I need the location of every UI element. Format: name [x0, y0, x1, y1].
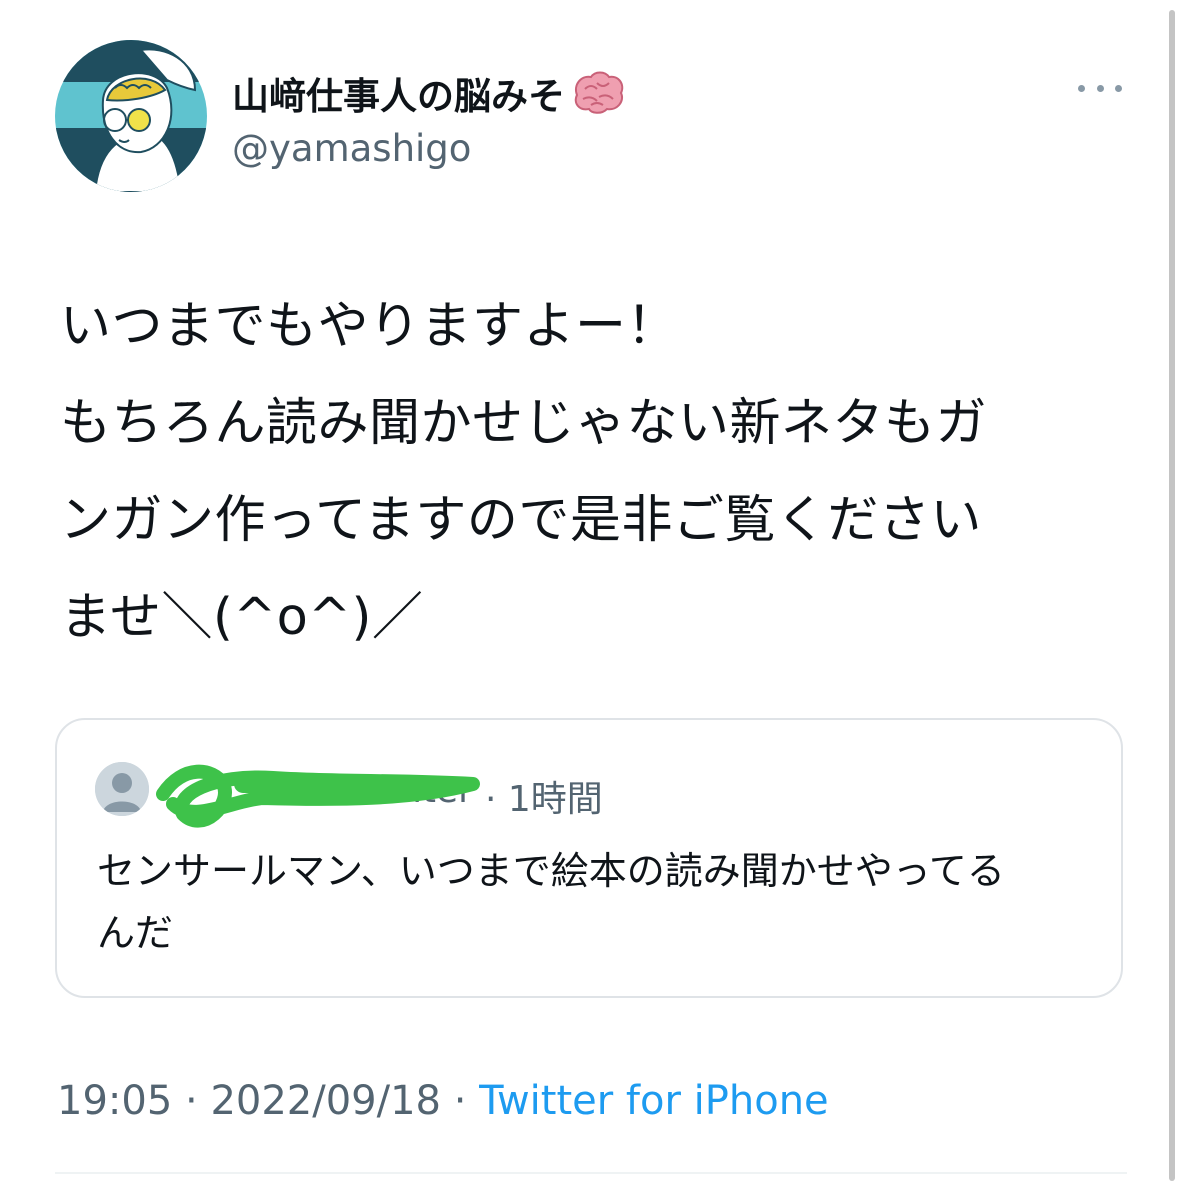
more-options-icon[interactable]: [1078, 78, 1122, 98]
tweet-source-link[interactable]: Twitter for iPhone: [479, 1078, 829, 1124]
quoted-time[interactable]: · 1時間: [485, 770, 603, 822]
quoted-tweet-body: センサールマン、いつまで絵本の読み聞かせやってる んだ: [97, 840, 1097, 964]
tweet-body: いつまでもやりますよー！ もちろん読み聞かせじゃない新ネタもガ ンガン作ってます…: [60, 278, 1150, 666]
tweet-line: ンガン作ってますので是非ご覧ください: [60, 491, 982, 550]
author-display-name[interactable]: 山﨑仕事人の脳みそ: [232, 66, 625, 120]
brain-icon: [571, 71, 625, 115]
author-avatar[interactable]: [55, 40, 207, 192]
scrollbar[interactable]: [1169, 10, 1175, 1181]
tweet-time[interactable]: 19:05: [57, 1078, 172, 1124]
more-dot: [1096, 84, 1104, 92]
meta-separator: ·: [172, 1078, 211, 1124]
display-name-text: 山﨑仕事人の脳みそ: [232, 75, 565, 118]
tweet-line: いつまでもやりますよー！: [60, 297, 679, 356]
divider: [55, 1172, 1127, 1174]
meta-separator: ·: [440, 1078, 480, 1124]
tweet-detail-view: 山﨑仕事人の脳みそ @yamashigo いつまでもやりますよー！ もちろん読み…: [0, 0, 1181, 1181]
redaction-scribble: [156, 764, 480, 828]
default-avatar-icon[interactable]: [95, 762, 149, 816]
quoted-line: センサールマン、いつまで絵本の読み聞かせやってる: [97, 849, 1005, 893]
quoted-line: んだ: [97, 911, 174, 955]
quoted-tweet-card[interactable]: inter · 1時間 センサールマン、いつまで絵本の読み聞かせやってる んだ: [55, 718, 1123, 998]
author-handle[interactable]: @yamashigo: [232, 127, 471, 170]
tweet-date[interactable]: 2022/09/18: [210, 1078, 441, 1124]
tweet-line: ませ＼(^o^)／: [60, 588, 424, 647]
tweet-line: もちろん読み聞かせじゃない新ネタもガ: [60, 394, 988, 453]
more-dot: [1115, 84, 1122, 92]
more-dot: [1078, 84, 1085, 92]
tweet-metadata: 19:05 · 2022/09/18 · Twitter for iPhone: [57, 1078, 829, 1124]
